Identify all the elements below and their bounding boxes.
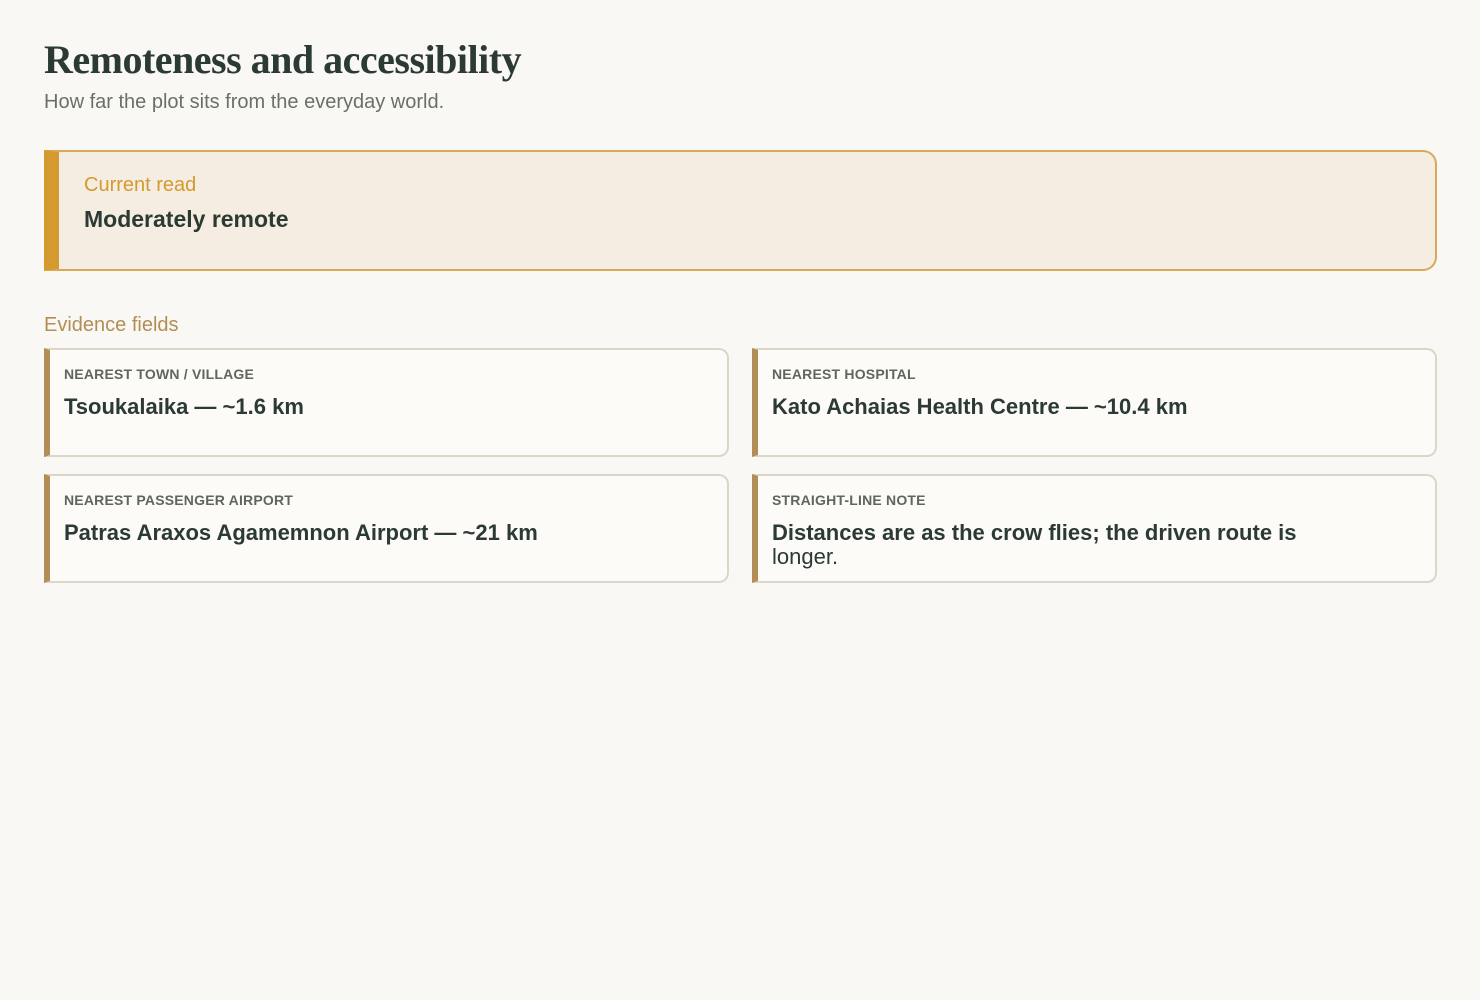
- field-value: Kato Achaias Health Centre — ~10.4 km: [772, 394, 1188, 419]
- page-title: Remoteness and accessibility: [44, 37, 522, 82]
- field-card-straight-line-note: STRAIGHT-LINE NOTE Distances are as the …: [752, 474, 1437, 583]
- field-card-nearest-hospital: NEAREST HOSPITAL Kato Achaias Health Cen…: [752, 348, 1437, 457]
- field-card-nearest-town: NEAREST TOWN / VILLAGE Tsoukalaika — ~1.…: [44, 348, 729, 457]
- field-label: STRAIGHT-LINE NOTE: [772, 492, 926, 508]
- page-subtitle: How far the plot sits from the everyday …: [44, 91, 445, 113]
- field-label: NEAREST HOSPITAL: [772, 366, 916, 382]
- current-read-card: Current read Moderately remote: [44, 150, 1437, 271]
- current-read-label: Current read: [84, 174, 197, 196]
- field-label: NEAREST TOWN / VILLAGE: [64, 366, 255, 382]
- field-value-tail: longer.: [772, 544, 839, 569]
- field-value: Patras Araxos Agamemnon Airport — ~21 km: [64, 520, 538, 545]
- field-value: Distances are as the crow flies; the dri…: [772, 521, 1423, 569]
- current-read-value: Moderately remote: [84, 206, 289, 232]
- field-card-nearest-airport: NEAREST PASSENGER AIRPORT Patras Araxos …: [44, 474, 729, 583]
- remoteness-page: Remoteness and accessibility How far the…: [0, 0, 1480, 1000]
- field-label: NEAREST PASSENGER AIRPORT: [64, 492, 294, 508]
- field-value-main: Distances are as the crow flies; the dri…: [772, 520, 1297, 545]
- field-value: Tsoukalaika — ~1.6 km: [64, 394, 304, 419]
- evidence-fields-heading: Evidence fields: [44, 314, 179, 336]
